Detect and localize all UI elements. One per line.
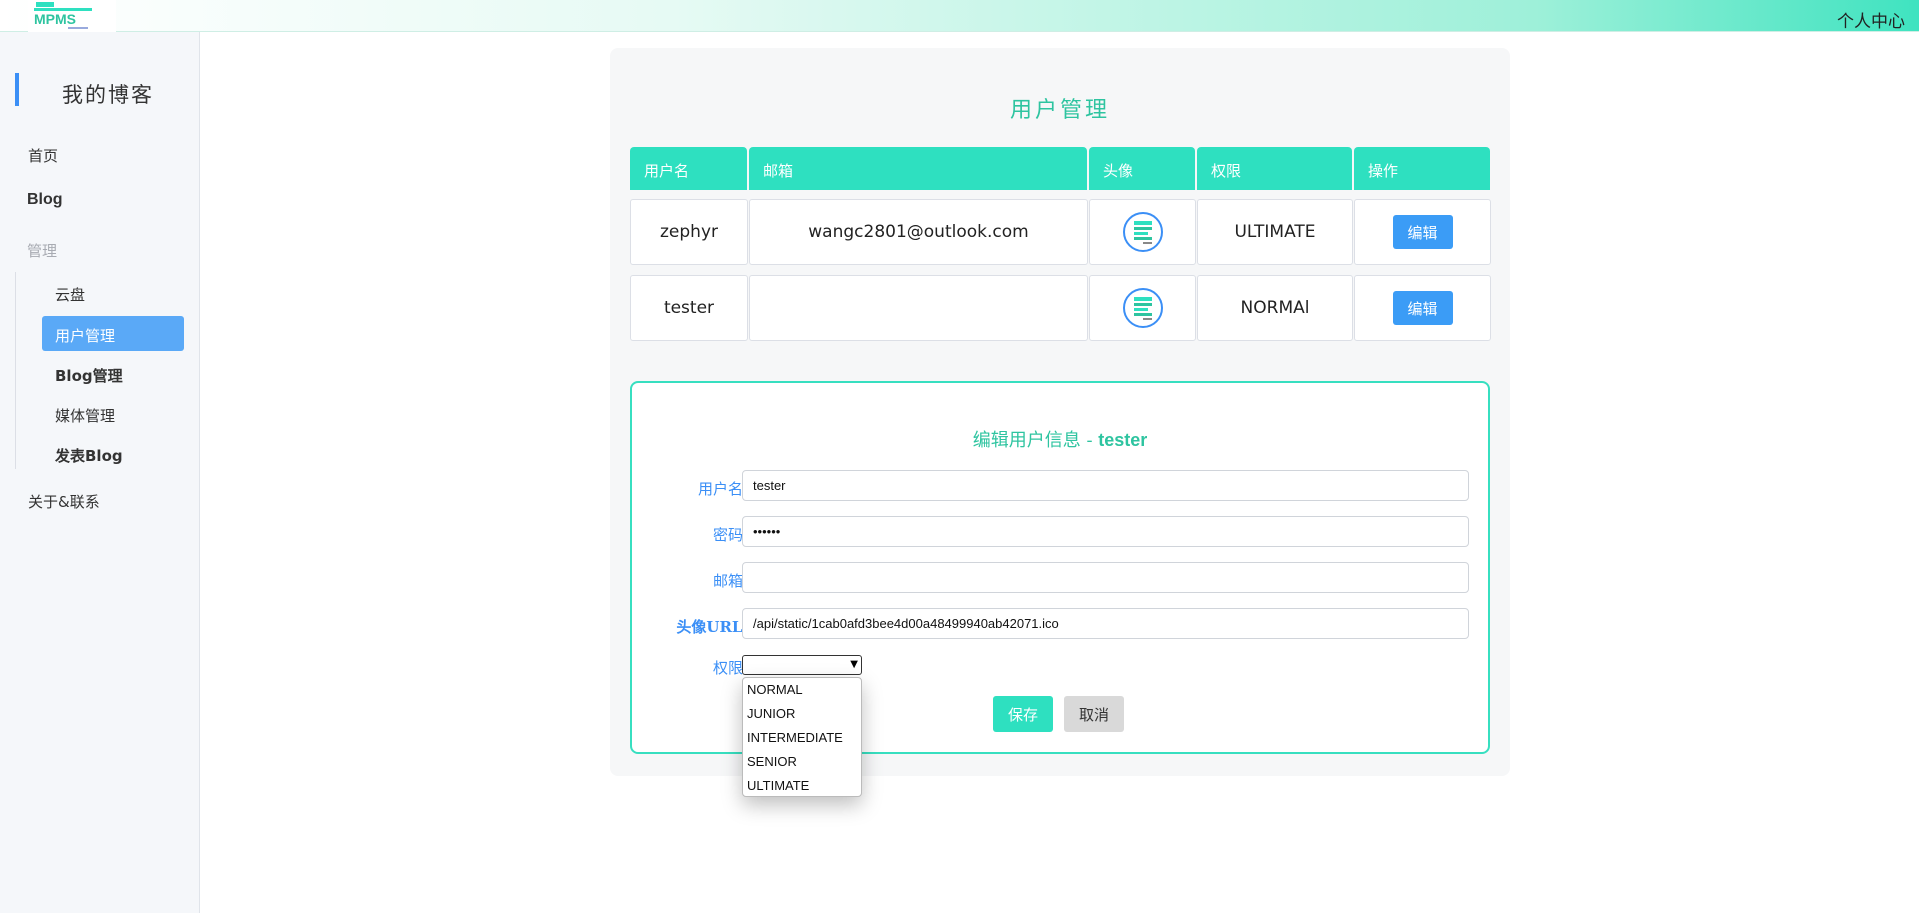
role-option-ultimate[interactable]: ULTIMATE <box>743 774 861 798</box>
column-header-role: 权限 <box>1197 147 1352 190</box>
form-title-prefix: 编辑用户信息 - <box>972 430 1099 451</box>
password-field[interactable]: •••••• <box>742 516 1469 547</box>
email-field[interactable] <box>742 562 1469 593</box>
save-button[interactable]: 保存 <box>993 696 1053 732</box>
form-title-user: tester <box>1098 430 1148 450</box>
sidebar-title: 我的博客 <box>62 83 154 107</box>
column-header-email: 邮箱 <box>749 147 1087 190</box>
table-row-actions: 编辑 <box>1354 199 1491 265</box>
sidebar-title-accent <box>15 73 19 106</box>
table-row-username: zephyr <box>630 199 748 265</box>
role-dropdown: NORMAL JUNIOR INTERMEDIATE SENIOR ULTIMA… <box>742 677 862 797</box>
table-row-avatar-cell <box>1089 275 1196 341</box>
svg-text:MPMS: MPMS <box>34 11 76 27</box>
cancel-button[interactable]: 取消 <box>1064 696 1124 732</box>
avatar-icon <box>1122 212 1163 252</box>
role-option-senior[interactable]: SENIOR <box>743 750 861 774</box>
username-field[interactable]: tester <box>742 470 1469 501</box>
role-option-intermediate[interactable]: INTERMEDIATE <box>743 726 861 750</box>
form-title: 编辑用户信息 - tester <box>632 426 1488 452</box>
sidebar: 我的博客 首页 Blog 管理 云盘 用户管理 Blog管理 媒体管理 发表Bl… <box>0 32 200 913</box>
table-row-email: wangc2801@outlook.com <box>749 199 1088 265</box>
sidebar-item-home[interactable]: 首页 <box>28 145 58 166</box>
role-select[interactable]: ▼ <box>742 655 862 675</box>
chevron-down-icon: ▼ <box>850 659 858 670</box>
table-row-role: ULTIMATE <box>1197 199 1353 265</box>
username-label: 用户名: <box>697 480 748 498</box>
column-header-username: 用户名 <box>630 147 747 190</box>
edit-button[interactable]: 编辑 <box>1392 291 1453 325</box>
table-row-avatar-cell <box>1089 199 1196 265</box>
sidebar-group-manage[interactable]: 管理 <box>27 240 57 261</box>
table-row-actions: 编辑 <box>1354 275 1491 341</box>
sidebar-item-blog[interactable]: Blog <box>27 191 63 209</box>
avatar-url-field[interactable]: /api/static/1cab0afd3bee4d00a48499940ab4… <box>742 608 1469 639</box>
sidebar-item-user-management[interactable]: 用户管理 <box>42 316 184 351</box>
table-row-username: tester <box>630 275 748 341</box>
sidebar-item-blog-management[interactable]: Blog管理 <box>55 365 123 386</box>
edit-button[interactable]: 编辑 <box>1392 215 1453 249</box>
table-row-email <box>749 275 1088 341</box>
role-option-junior[interactable]: JUNIOR <box>743 702 861 726</box>
sidebar-item-media-management[interactable]: 媒体管理 <box>55 405 115 426</box>
sidebar-item-cloud[interactable]: 云盘 <box>55 284 85 305</box>
edit-user-form: 编辑用户信息 - tester 用户名: tester 密码: •••••• 邮… <box>630 381 1490 797</box>
avatar-url-label: 头像URL: <box>676 618 748 636</box>
page-title: 用户管理 <box>1009 98 1110 123</box>
avatar-icon <box>1122 288 1163 328</box>
user-management-card: 用户管理 用户名 邮箱 头像 权限 操作 zephyr wangc2801@ou… <box>610 48 1510 797</box>
column-header-actions: 操作 <box>1354 147 1490 190</box>
sidebar-submenu-line <box>15 272 16 469</box>
role-option-normal[interactable]: NORMAL <box>743 678 861 702</box>
sidebar-item-about[interactable]: 关于&联系 <box>28 491 100 512</box>
sidebar-item-label: 用户管理 <box>55 327 116 345</box>
sidebar-item-post-blog[interactable]: 发表Blog <box>55 445 123 466</box>
mpms-logo-icon[interactable]: MPMS <box>28 0 116 32</box>
column-header-avatar: 头像 <box>1089 147 1195 190</box>
top-bar: MPMS 个人中心 <box>0 0 1919 32</box>
personal-center-link[interactable]: 个人中心 <box>1837 7 1905 32</box>
table-row-role: NORMAl <box>1197 275 1353 341</box>
